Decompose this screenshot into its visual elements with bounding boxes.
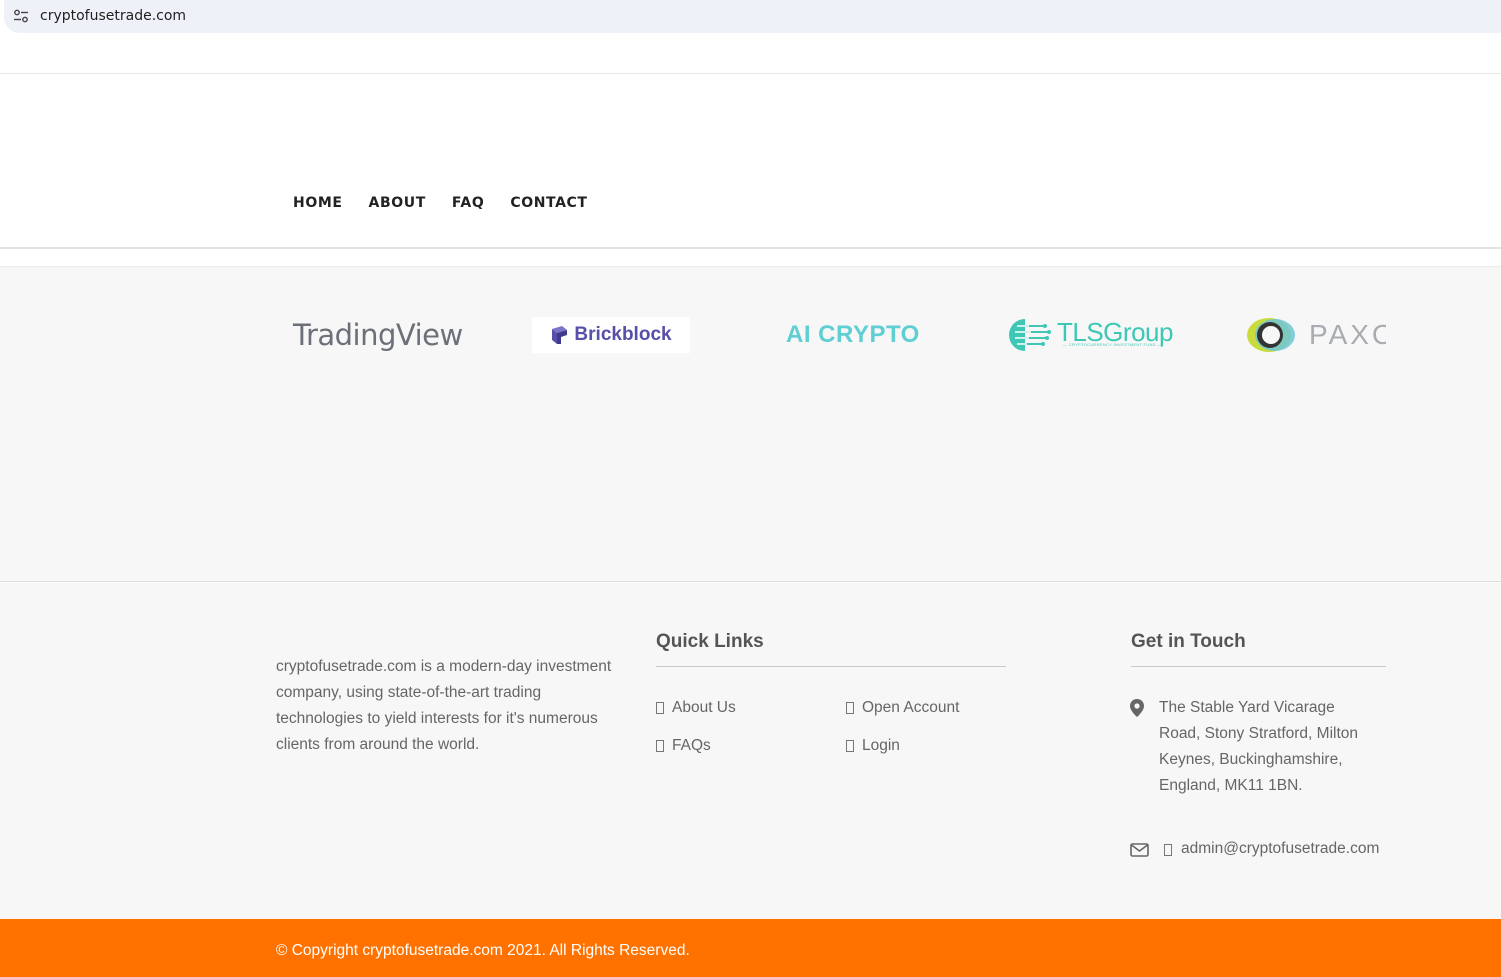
map-marker-icon [1130,699,1144,717]
copyright-bar: © Copyright cryptofusetrade.com 2021. Al… [0,919,1501,977]
quick-link-label: About Us [672,699,736,716]
header-top-divider [0,73,1501,74]
aicrypto-logo: AI CRYPTO [786,321,920,348]
brickblock-logo-text: Brickblock [574,324,672,345]
paxos-logo-text: PAXOS [1309,319,1386,350]
tlsgroup-logo-subtitle: — CRYPTOCURRENCY INVESTMENT FUND — [1063,342,1162,347]
site-info-icon[interactable] [13,9,29,23]
quick-link-about-us[interactable]: About Us [656,699,736,717]
contact-email[interactable]: admin@cryptofusetrade.com [1181,840,1379,858]
link-arrow-icon [656,740,664,752]
quick-link-open-account[interactable]: Open Account [846,699,959,717]
url-text[interactable]: cryptofusetrade.com [40,8,186,24]
nav-faq[interactable]: FAQ [452,195,485,211]
get-in-touch-title: Get in Touch [1131,631,1246,652]
quick-links-divider [656,666,1006,667]
partners-section: TradingView Brickblock AI CRYPTO TLSGrou… [0,266,1501,582]
quick-link-login[interactable]: Login [846,737,900,755]
link-arrow-icon [846,702,854,714]
envelope-icon [1130,843,1149,857]
tlsgroup-circuit-icon [1009,319,1051,351]
nav-about[interactable]: ABOUT [369,195,426,211]
header-bottom-divider [0,247,1501,249]
quick-links-title: Quick Links [656,631,764,652]
contact-address: The Stable Yard Vicarage Road, Stony Str… [1159,699,1359,794]
footer: cryptofusetrade.com is a modern-day inve… [0,583,1501,919]
quick-link-label: FAQs [672,737,711,754]
email-glyph-icon [1164,844,1172,856]
quick-link-faqs[interactable]: FAQs [656,737,711,755]
main-nav: HOME ABOUT FAQ CONTACT [293,195,588,211]
link-arrow-icon [656,702,664,714]
tlsgroup-logo: TLSGroup — CRYPTOCURRENCY INVESTMENT FUN… [1007,317,1173,353]
browser-address-bar[interactable]: cryptofusetrade.com [4,0,1501,33]
quick-link-label: Login [862,737,900,754]
get-in-touch-divider [1131,666,1386,667]
quick-link-label: Open Account [862,699,960,716]
link-arrow-icon [846,740,854,752]
paxos-ring-icon [1247,318,1295,352]
brickblock-logo: Brickblock [532,317,690,353]
nav-contact[interactable]: CONTACT [510,195,587,211]
tradingview-logo: TradingView [293,318,463,352]
brickblock-cube-icon [552,326,568,344]
nav-home[interactable]: HOME [293,195,343,211]
copyright-text: © Copyright cryptofusetrade.com 2021. Al… [276,942,690,959]
paxos-logo: PAXOS [1245,317,1386,353]
company-description: cryptofusetrade.com is a modern-day inve… [276,658,612,753]
